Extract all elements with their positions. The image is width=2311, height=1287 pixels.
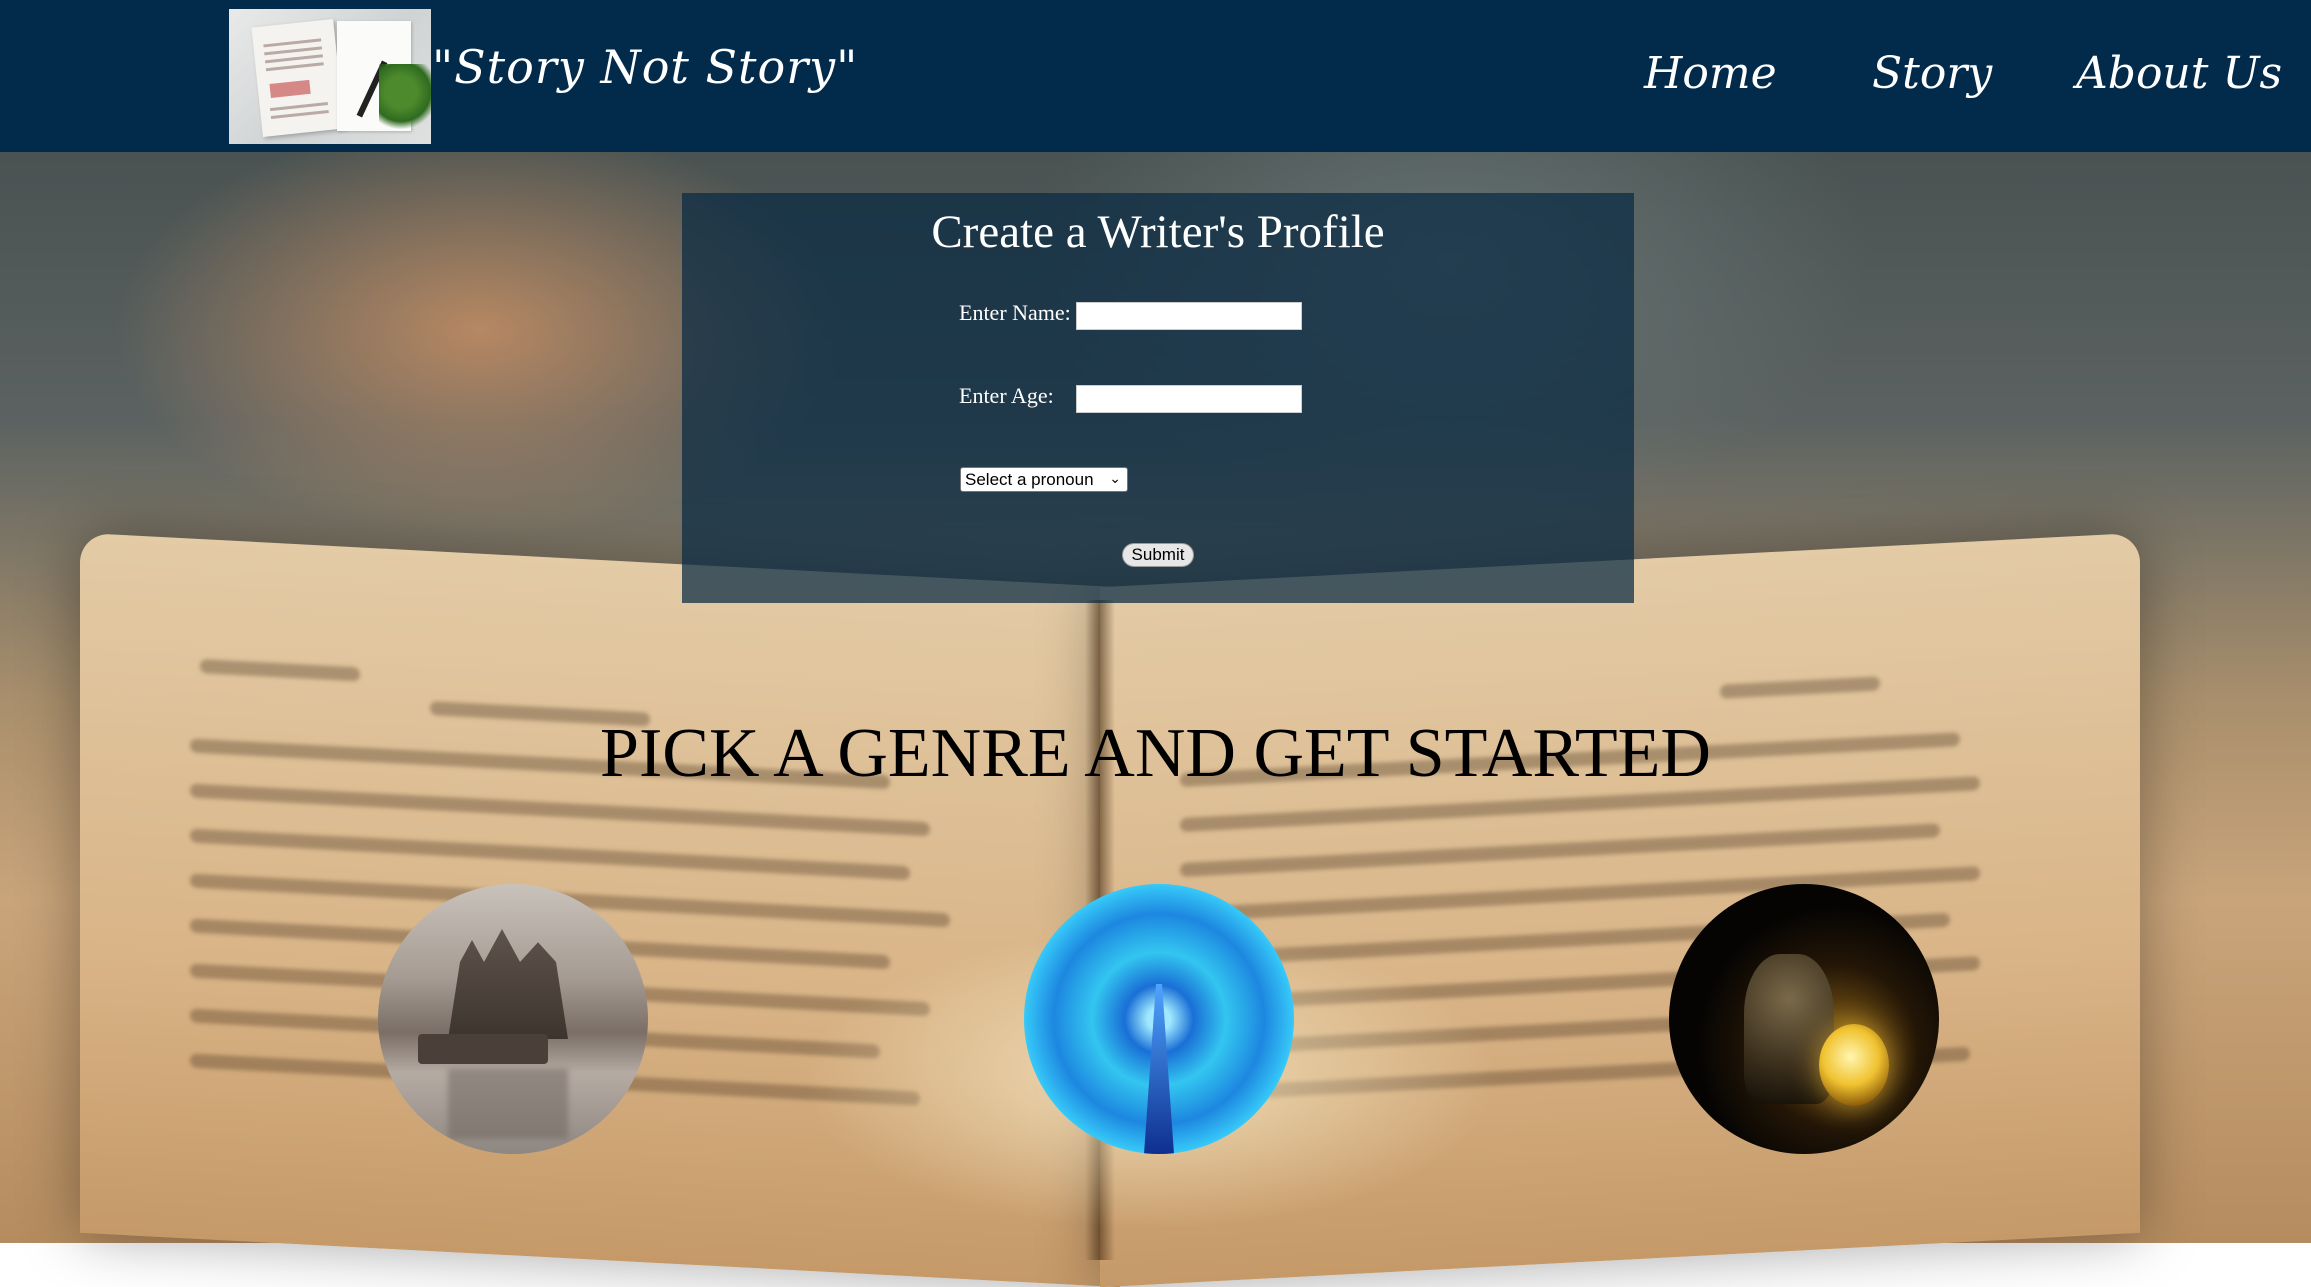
chevron-down-icon: ⌄ xyxy=(1109,470,1121,486)
genre-horror-crystal-ball-image[interactable] xyxy=(1669,884,1939,1154)
writer-profile-form: Create a Writer's Profile Enter Name: En… xyxy=(682,193,1634,603)
site-title: "Story Not Story" xyxy=(432,40,859,94)
name-label: Enter Name: xyxy=(959,300,1071,325)
pronoun-select[interactable]: Select a pronoun ⌄ xyxy=(960,467,1128,492)
nav-link-story[interactable]: Story xyxy=(1872,48,1992,99)
site-header: "Story Not Story" Home Story About Us xyxy=(0,0,2311,152)
age-input[interactable] xyxy=(1076,385,1302,413)
submit-button[interactable]: Submit xyxy=(1122,543,1194,567)
genre-heading: PICK A GENRE AND GET STARTED xyxy=(600,715,1711,792)
genre-scifi-tunnel-image[interactable] xyxy=(1024,884,1294,1154)
logo-image[interactable] xyxy=(229,9,431,144)
genre-fantasy-castle-image[interactable] xyxy=(378,884,648,1154)
form-title: Create a Writer's Profile xyxy=(931,206,1385,258)
nav-link-about-us[interactable]: About Us xyxy=(2076,48,2282,99)
nav-link-home[interactable]: Home xyxy=(1644,48,1777,99)
pronoun-select-value: Select a pronoun xyxy=(965,470,1094,489)
age-label: Enter Age: xyxy=(959,383,1054,408)
name-input[interactable] xyxy=(1076,302,1302,330)
